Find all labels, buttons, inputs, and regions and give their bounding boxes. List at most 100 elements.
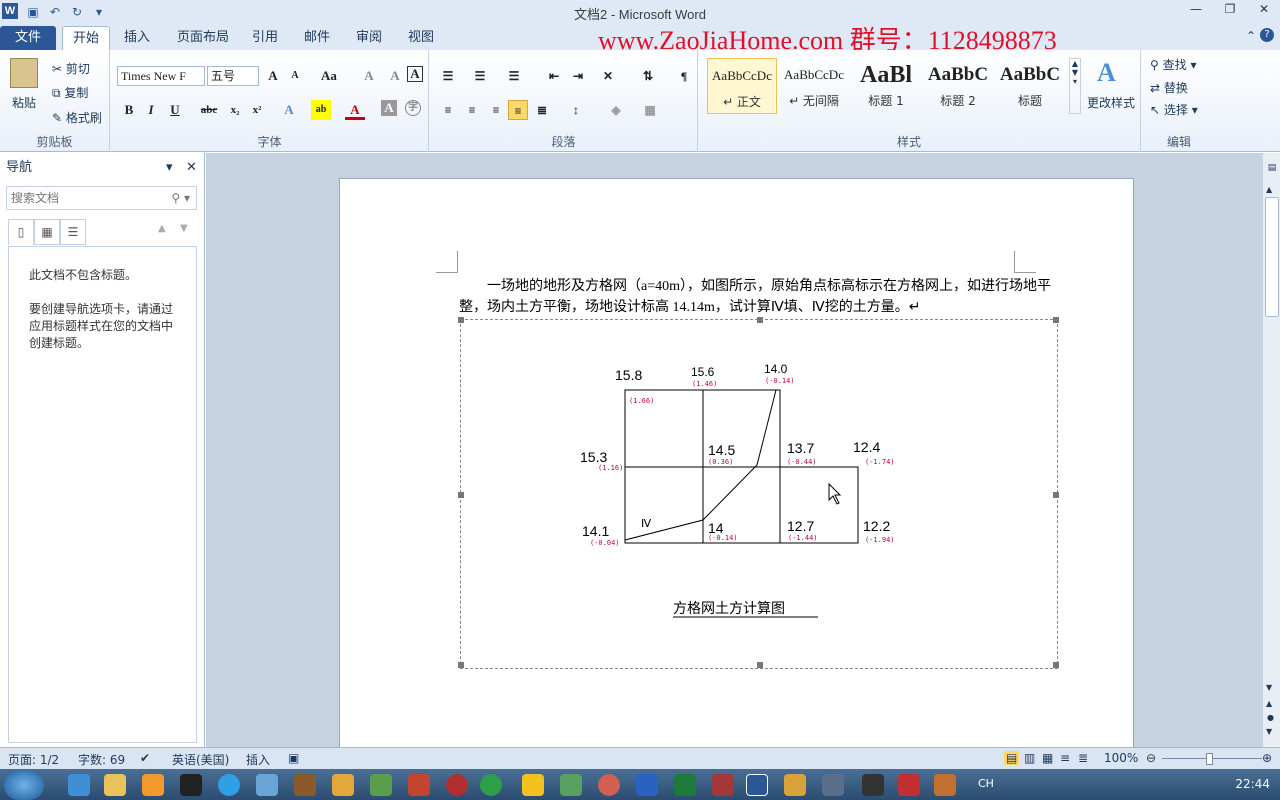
justify-icon[interactable]: ≡ [508,100,528,120]
change-styles-button[interactable]: 更改样式 [1087,94,1135,111]
access-icon[interactable] [712,774,734,796]
tab-insert[interactable]: 插入 [114,26,160,50]
shrink-font-icon[interactable]: A [285,66,305,86]
sort-icon[interactable]: ⇅ [638,66,658,86]
excel-icon[interactable] [674,774,696,796]
tab-references[interactable]: 引用 [242,26,288,50]
scroll-thumb[interactable] [1265,197,1279,317]
insert-mode[interactable]: 插入 [246,751,270,768]
app-icon[interactable] [862,774,884,796]
app-icon[interactable] [636,774,658,796]
bullets-icon[interactable]: ☰ [438,66,458,86]
nav-next-icon[interactable]: ▼ [180,223,188,234]
print-layout-icon[interactable]: ▤ [1004,751,1020,765]
minimize-ribbon-icon[interactable]: ⌃ [1246,29,1256,43]
tab-page-layout[interactable]: 页面布局 [167,26,239,50]
paste-button[interactable]: 粘贴 [12,94,36,111]
style-normal[interactable]: AaBbCcDc ↵ 正文 [707,58,777,114]
format-painter-button[interactable]: ✎ 格式刷 [52,109,102,126]
explorer-icon[interactable] [104,774,126,796]
macro-record-icon[interactable]: ▣ [288,751,299,765]
next-page-icon[interactable]: ▼ [1266,727,1272,736]
styles-scroll-icon[interactable]: ▲ ▼ ▾ [1069,58,1081,114]
superscript-icon[interactable]: x² [247,100,267,120]
align-left-icon[interactable]: ≡ [438,100,458,120]
browser-icon[interactable] [218,774,240,796]
calculator-icon[interactable] [256,774,278,796]
replace-button[interactable]: ⇄ 替换 [1150,79,1188,96]
style-title[interactable]: AaBbC 标题 [995,58,1065,114]
minimize-button[interactable]: — [1186,2,1206,20]
cut-button[interactable]: ✂ 剪切 [52,60,90,77]
change-case-icon[interactable]: Aa [319,66,339,86]
app-icon[interactable] [598,774,620,796]
app-icon[interactable] [370,774,392,796]
restore-button[interactable]: ❐ [1220,2,1240,20]
vertical-scrollbar[interactable]: ▤ ▲ ▼ ▲ ● ▼ [1262,153,1280,747]
decrease-indent-icon[interactable]: ⇤ [544,66,564,86]
app-icon[interactable] [560,774,582,796]
document-page[interactable]: 一场地的地形及方格网（a=40m），如图所示，原始角点标高标示在方格网上，如进行… [339,178,1134,747]
nav-search-input[interactable]: 搜索文档 ⚲ ▾ [6,186,197,210]
search-icon[interactable]: ⚲ ▾ [171,187,190,209]
tab-view[interactable]: 视图 [398,26,444,50]
underline-icon[interactable]: U [165,100,185,120]
scroll-down-icon[interactable]: ▼ [1266,683,1272,692]
headings-tab-icon[interactable]: ▯ [8,219,34,245]
highlight-icon[interactable]: ab [311,100,331,120]
tab-file[interactable]: 文件 [0,26,56,50]
zoom-out-icon[interactable]: ⊖ [1146,751,1156,765]
align-center-icon[interactable]: ≡ [462,100,482,120]
phonetic-icon[interactable]: A [385,66,405,86]
full-screen-reading-icon[interactable]: ▥ [1024,751,1035,765]
clock[interactable]: 22:44 [1235,777,1270,791]
grow-font-icon[interactable]: A [263,66,283,86]
draft-icon[interactable]: ≣ [1078,751,1088,765]
word-taskbar-icon[interactable] [746,774,768,796]
language-status[interactable]: 英语(美国) [172,751,229,768]
style-heading-1[interactable]: AaBl 标题 1 [851,58,921,114]
archive-icon[interactable] [332,774,354,796]
problem-paragraph[interactable]: 一场地的地形及方格网（a=40m），如图所示，原始角点标高标示在方格网上，如进行… [459,276,1059,318]
nav-prev-icon[interactable]: ▲ [158,223,166,234]
subscript-icon[interactable]: x₂ [225,100,245,120]
clear-format-icon[interactable]: A [359,66,379,86]
increase-indent-icon[interactable]: ⇥ [568,66,588,86]
italic-icon[interactable]: I [141,100,161,120]
select-button[interactable]: ↖ 选择 ▾ [1150,101,1198,118]
pages-tab-icon[interactable]: ▦ [34,219,60,245]
borders-icon[interactable]: ▦ [640,100,660,120]
enclose-char-icon[interactable]: 字 [405,100,421,116]
font-name-combo[interactable]: Times New F [117,66,205,86]
multilevel-list-icon[interactable]: ☰ [504,66,524,86]
page-count[interactable]: 页面: 1/2 [8,751,59,768]
text-effect-icon[interactable]: A [279,100,299,120]
font-size-combo[interactable]: 五号 [207,66,259,86]
app-icon[interactable] [784,774,806,796]
tab-home[interactable]: 开始 [62,26,111,50]
find-button[interactable]: ⚲ 查找 ▾ [1150,56,1196,73]
app-icon[interactable] [446,774,468,796]
zoom-in-icon[interactable]: ⊕ [1262,751,1272,765]
bold-icon[interactable]: B [119,100,139,120]
char-shading-icon[interactable]: A [381,100,397,116]
shading-icon[interactable]: ◈ [606,100,626,120]
app-icon[interactable] [898,774,920,796]
tab-review[interactable]: 审阅 [346,26,392,50]
app-icon[interactable] [480,774,502,796]
web-layout-icon[interactable]: ▦ [1042,751,1053,765]
proofing-icon[interactable]: ✔ [140,751,150,765]
word-count[interactable]: 字数: 69 [78,751,125,768]
input-language[interactable]: CH [978,777,994,790]
app-icon[interactable] [934,774,956,796]
app-icon[interactable] [408,774,430,796]
grid-figure[interactable]: 15.8 15.6 14.0 15.3 14.5 13.7 12.4 14.1 … [458,317,1059,669]
app-icon[interactable] [822,774,844,796]
copy-button[interactable]: ⧉ 复制 [52,84,88,101]
nav-close-icon[interactable]: ✕ [186,153,197,183]
zoom-level[interactable]: 100% [1104,751,1138,765]
app-icon[interactable] [522,774,544,796]
distributed-icon[interactable]: ≣ [532,100,552,120]
tab-mailings[interactable]: 邮件 [294,26,340,50]
ruler-toggle-icon[interactable]: ▤ [1265,163,1279,177]
